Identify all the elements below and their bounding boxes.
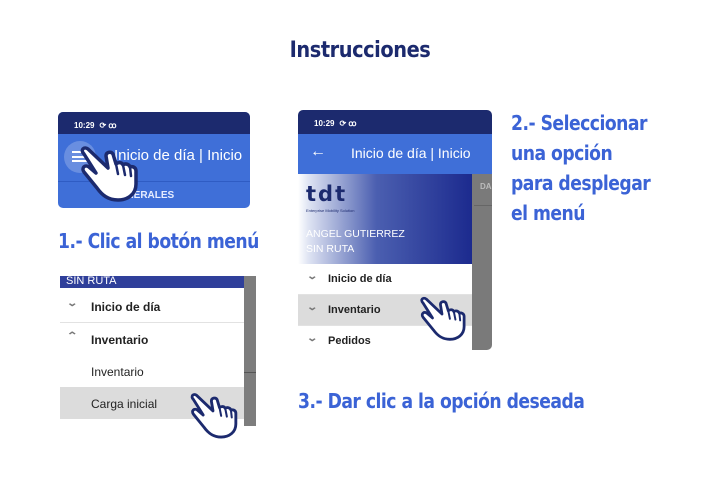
status-bar: 10:29 ⟳ ꝏ (58, 112, 250, 134)
menu-item-label: Inventario (328, 304, 381, 316)
side-tab-label: DA (480, 182, 492, 191)
chevron-down-icon: ⌄ (306, 271, 319, 282)
step-2-label-line-4: el menú (511, 201, 586, 225)
status-time: 10:29 (314, 119, 335, 128)
chevron-down-icon: ⌄ (306, 302, 319, 313)
app-title: Inicio de día | Inicio (351, 145, 471, 161)
menu-item-label: Inventario (91, 333, 149, 347)
menu-item-label: Pedidos (328, 335, 371, 347)
submenu-item-label: Inventario (91, 365, 144, 379)
logo-tagline: Enterprise Mobility Solution (306, 208, 355, 213)
drawer-header: tdt Enterprise Mobility Solution ANGEL G… (298, 174, 472, 264)
hand-pointer-icon (80, 146, 138, 202)
scrim-overlay (244, 276, 256, 426)
status-time: 10:29 (74, 121, 95, 130)
hand-pointer-icon (420, 296, 466, 341)
status-icons: ⟳ ꝏ (339, 119, 357, 128)
chevron-down-icon: ⌄ (306, 333, 319, 344)
user-route: SIN RUTA (306, 243, 355, 255)
tdt-logo: tdt (306, 182, 348, 206)
submenu-item-label: Carga inicial (91, 397, 158, 411)
status-bar: 10:29 ⟳ ꝏ (298, 110, 492, 134)
back-arrow-icon[interactable]: ← (310, 143, 326, 161)
menu-item-inventario[interactable]: ⌃ Inventario (60, 323, 244, 355)
scrim-overlay (472, 174, 492, 350)
route-band: SIN RUTA (60, 276, 244, 288)
chevron-up-icon: ⌃ (66, 331, 79, 342)
menu-item-label: Inicio de día (91, 300, 161, 314)
step-2-label-line-1: 2.- Seleccionar (511, 111, 647, 135)
step-2-label-line-2: una opción (511, 141, 613, 165)
submenu-item-inventario[interactable]: Inventario (60, 355, 244, 387)
step-1-label: 1.- Clic al botón menú (58, 229, 259, 253)
hand-pointer-icon (190, 393, 238, 439)
chevron-down-icon: ⌄ (66, 298, 79, 309)
status-icons: ⟳ ꝏ (99, 121, 117, 130)
step-3-label: 3.- Dar clic a la opción deseada (298, 389, 585, 413)
divider (474, 205, 492, 206)
app-bar: ← Inicio de día | Inicio (298, 134, 492, 174)
divider (244, 372, 256, 373)
user-name: ANGEL GUTIERREZ (306, 228, 405, 240)
page-title: Instrucciones (289, 38, 431, 63)
menu-item-inicio-de-dia[interactable]: ⌄ Inicio de día (60, 290, 244, 322)
step-2-label-line-3: para desplegar (511, 171, 651, 195)
menu-item-label: Inicio de día (328, 273, 392, 285)
